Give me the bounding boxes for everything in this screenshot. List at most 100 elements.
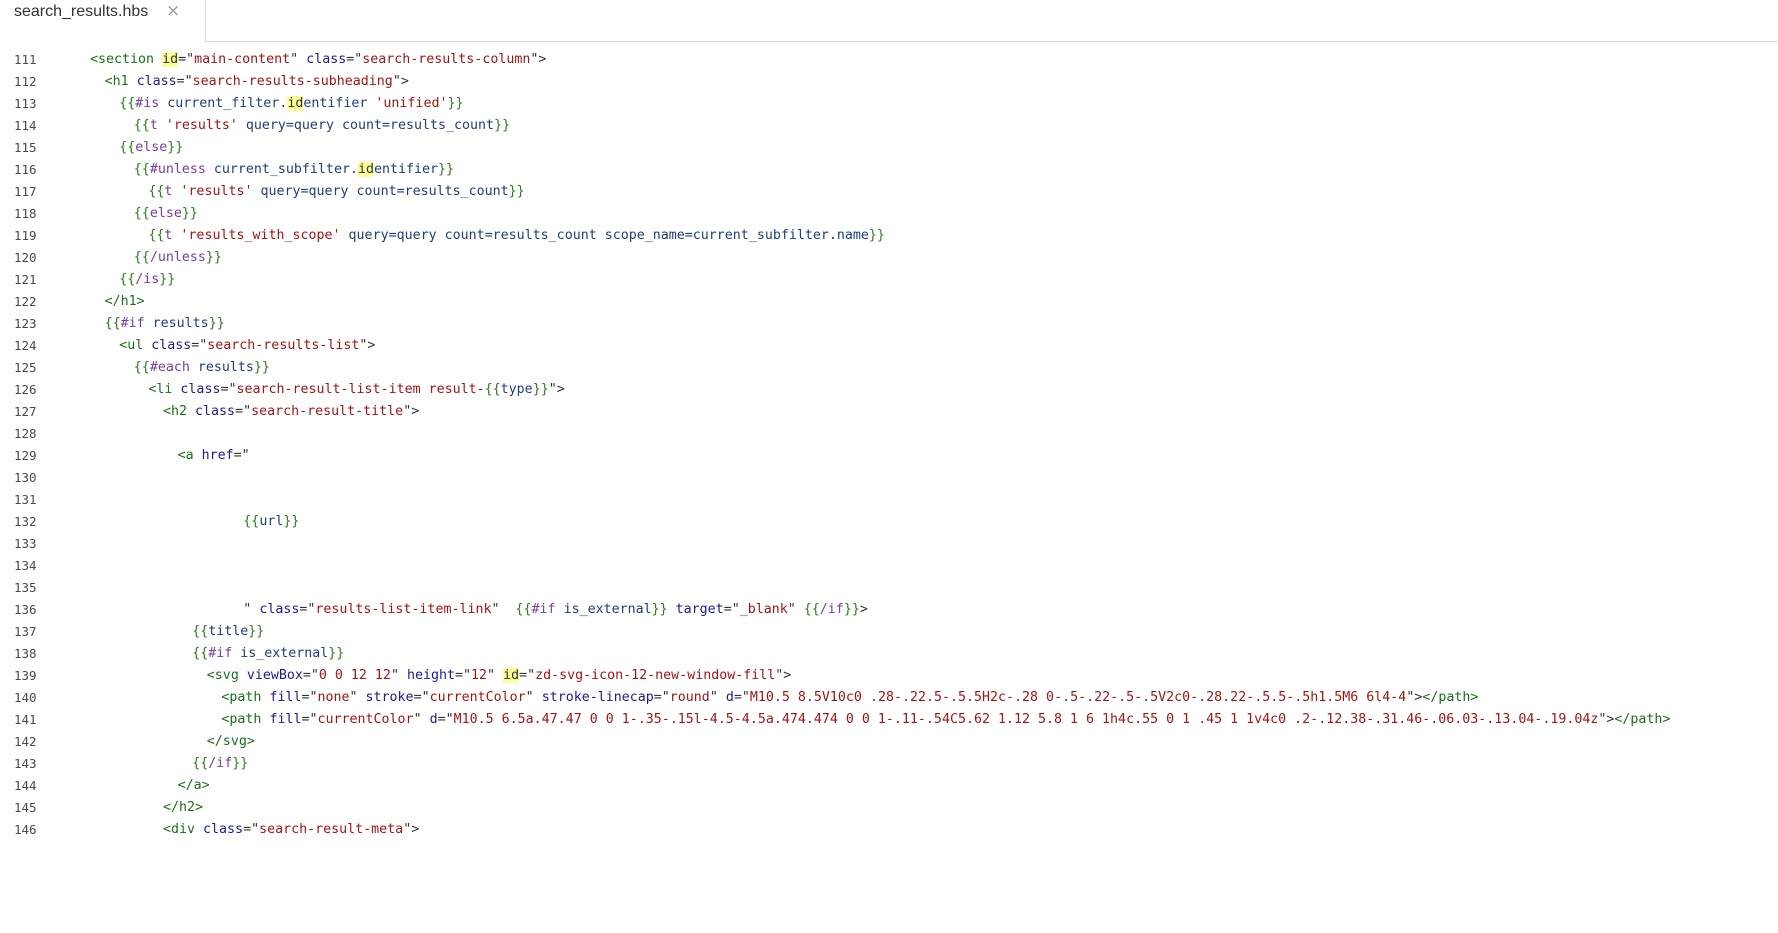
- code-token: query=query count=results_count: [260, 184, 509, 199]
- code-token: M10.5 6.5a.47.47 0 0 1-.35-.15l-4.5-4.5a…: [453, 712, 1599, 727]
- code-token: ">: [548, 382, 565, 397]
- code-token: }}: [868, 228, 885, 243]
- code-token: ": [525, 690, 542, 705]
- code-token: =": [233, 448, 250, 463]
- code-token: ">: [1406, 690, 1423, 705]
- code-token: currentColor: [317, 712, 414, 727]
- code-token: <path: [221, 712, 270, 727]
- code-token: zd-svg-icon-12-new-window-fill: [535, 668, 776, 683]
- code-token: =": [723, 602, 740, 617]
- code-token: </path>: [1614, 712, 1671, 727]
- code-token: {{: [243, 514, 260, 529]
- code-token: {{: [192, 646, 209, 661]
- code-line[interactable]: 146 <div class="search-result-meta">: [0, 817, 1778, 842]
- code-token: #each: [149, 360, 198, 375]
- code-token: ": [491, 602, 516, 617]
- code-token: ">: [403, 822, 420, 837]
- code-token: class: [203, 822, 244, 837]
- code-token: =": [346, 52, 363, 67]
- code-token: target: [675, 602, 724, 617]
- code-token: class: [259, 602, 300, 617]
- code-token: current_filter.: [167, 96, 288, 111]
- code-token: >: [859, 602, 868, 617]
- code-token: d: [725, 690, 734, 705]
- code-token: =": [455, 668, 472, 683]
- code-token: results: [152, 316, 209, 331]
- code-token: #unless: [149, 162, 214, 177]
- code-token: <section: [90, 52, 163, 67]
- code-token: }}: [181, 206, 198, 221]
- code-token: =": [653, 690, 670, 705]
- code-token: ">: [775, 668, 792, 683]
- code-token: <h2: [163, 404, 196, 419]
- code-token: query=query count=results_count: [245, 118, 495, 133]
- code-token: =": [413, 690, 430, 705]
- code-token: =": [299, 602, 316, 617]
- code-token: search-results-column: [362, 52, 531, 67]
- code-token: #if: [531, 602, 564, 617]
- code-token: search-result-list-item result-: [236, 382, 485, 397]
- code-token: ": [787, 602, 804, 617]
- code-token: {{: [133, 162, 150, 177]
- code-token: class: [180, 382, 221, 397]
- code-token: }}: [167, 140, 184, 155]
- code-token: ": [349, 690, 366, 705]
- code-token: none: [317, 690, 350, 705]
- code-token: currentColor: [429, 690, 526, 705]
- code-token: {{: [119, 96, 136, 111]
- code-token: round: [669, 690, 710, 705]
- close-icon[interactable]: ×: [166, 1, 180, 21]
- code-token: ">: [392, 74, 409, 89]
- code-token: }}: [283, 514, 300, 529]
- code-editor[interactable]: 111 <section id="main-content" class="sea…: [0, 49, 1778, 933]
- code-token: </path>: [1422, 690, 1479, 705]
- code-token: }}: [253, 360, 270, 375]
- code-token: class: [136, 74, 177, 89]
- code-token: }}: [205, 250, 222, 265]
- code-token: 12: [471, 668, 488, 683]
- code-token: entifier: [303, 96, 376, 111]
- code-token: }}: [438, 162, 455, 177]
- code-token: =": [235, 404, 252, 419]
- code-token: class: [306, 52, 347, 67]
- code-token: }}: [232, 756, 249, 771]
- code-token: }}: [159, 272, 176, 287]
- code-token: search-result-meta: [259, 822, 404, 837]
- code-token: title: [208, 624, 249, 639]
- code-token: {{: [803, 602, 820, 617]
- code-token: class: [151, 338, 192, 353]
- code-token: }}: [248, 624, 265, 639]
- code-token: t: [164, 228, 181, 243]
- code-token: <ul: [119, 338, 152, 353]
- code-token: query=query count=results_count scope_na…: [348, 228, 869, 243]
- code-token: ": [413, 712, 430, 727]
- code-token: =": [176, 74, 193, 89]
- code-token: </h2>: [163, 800, 204, 815]
- code-token: else: [149, 206, 182, 221]
- code-token: #is: [135, 96, 168, 111]
- code-token: t: [164, 184, 181, 199]
- code-token: 'unified': [375, 96, 448, 111]
- code-token: }}: [328, 646, 345, 661]
- code-token: main-content: [194, 52, 291, 67]
- code-token: <div: [163, 822, 204, 837]
- tab-filename: search_results.hbs: [14, 3, 149, 20]
- code-token: url: [259, 514, 284, 529]
- code-token: ": [290, 52, 307, 67]
- code-token: is_external: [563, 602, 652, 617]
- editor-tab-bar: search_results.hbs ×: [0, 0, 1778, 42]
- code-token: t: [149, 118, 166, 133]
- code-token: =": [178, 52, 195, 67]
- tab-search-results-hbs[interactable]: search_results.hbs ×: [0, 0, 206, 42]
- code-token: }}: [532, 382, 549, 397]
- code-token: _blank: [739, 602, 788, 617]
- code-token: results: [197, 360, 254, 375]
- code-token: class: [195, 404, 236, 419]
- code-token: <h1: [104, 74, 137, 89]
- code-token: /is: [135, 272, 160, 287]
- code-token: M10.5 8.5V10c0 .28-.22.5-.5.5H2c-.28 0-.…: [749, 690, 1407, 705]
- code-token: </a>: [177, 778, 210, 793]
- code-token: ": [709, 690, 726, 705]
- code-token: entifier: [373, 162, 439, 177]
- code-token: {{: [515, 602, 532, 617]
